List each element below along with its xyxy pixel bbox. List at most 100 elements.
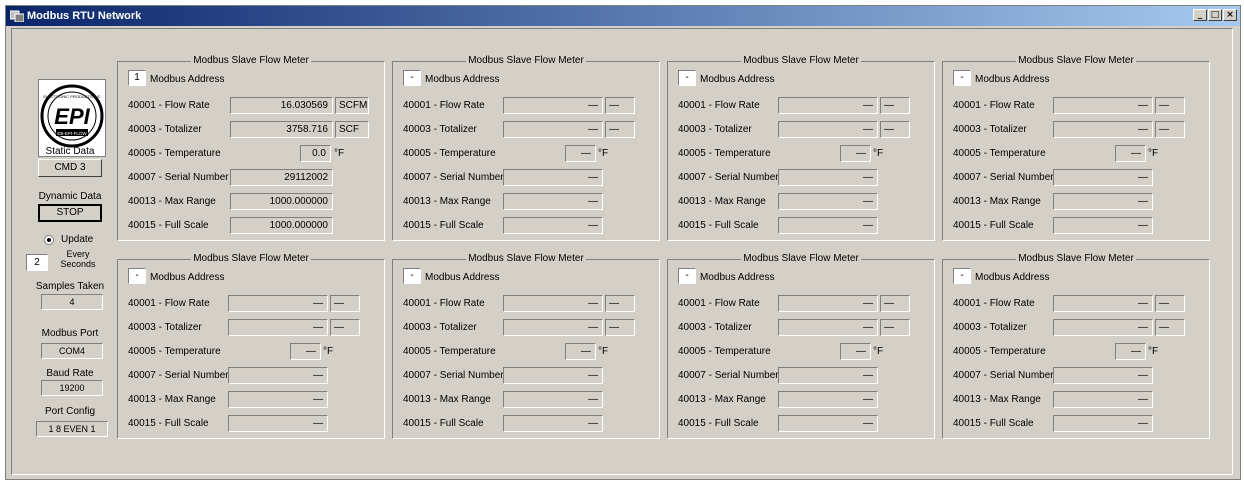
full-scale-label: 40015 - Full Scale — [403, 418, 484, 429]
close-button[interactable]: × — [1223, 9, 1237, 21]
full-scale-field: — — [503, 415, 603, 432]
flow-rate-label: 40001 - Flow Rate — [678, 298, 760, 309]
baud-rate-value: 19200 — [41, 380, 103, 396]
totalizer-field: 3758.716 — [230, 121, 333, 138]
totalizer-label: 40003 - Totalizer — [953, 124, 1027, 135]
max-range-field: — — [778, 391, 878, 408]
full-scale-field: — — [228, 415, 328, 432]
totalizer-field: — — [778, 121, 878, 138]
totalizer-field: — — [228, 319, 328, 336]
totalizer-field: — — [1053, 121, 1153, 138]
minimize-button[interactable]: _ — [1193, 9, 1207, 21]
modbus-address-input[interactable]: - — [678, 268, 696, 284]
max-range-field: — — [503, 391, 603, 408]
temperature-field: — — [565, 145, 596, 162]
full-scale-field: — — [1053, 217, 1153, 234]
modbus-port-value: COM4 — [41, 343, 103, 359]
modbus-address-label: Modbus Address — [425, 272, 500, 283]
flow-rate-label: 40001 - Flow Rate — [128, 100, 210, 111]
static-data-label: Static Data — [45, 146, 95, 157]
title-bar[interactable]: Modbus RTU Network _ □ × — [6, 6, 1240, 26]
totalizer-unit: SCF — [335, 121, 369, 138]
modbus-address-label: Modbus Address — [975, 272, 1050, 283]
totalizer-unit: — — [605, 319, 635, 336]
full-scale-label: 40015 - Full Scale — [953, 418, 1034, 429]
full-scale-field: 1000.000000 — [230, 217, 333, 234]
flow-rate-unit: — — [880, 295, 910, 312]
logo-bottom-text: EB-EPI-FLOW — [57, 131, 87, 136]
modbus-address-label: Modbus Address — [700, 272, 775, 283]
meter-group: Modbus Slave Flow Meter - Modbus Address 40… — [667, 55, 935, 241]
interval-label-seconds: Seconds — [60, 259, 96, 269]
flow-rate-label: 40001 - Flow Rate — [678, 100, 760, 111]
group-title: Modbus Slave Flow Meter — [466, 253, 586, 264]
cmd3-button[interactable]: CMD 3 — [38, 159, 102, 177]
update-label: Update — [61, 234, 94, 245]
flow-rate-field: — — [778, 295, 878, 312]
temperature-field: — — [1115, 145, 1146, 162]
meter-group: Modbus Slave Flow Meter - Modbus Address 40… — [392, 253, 660, 439]
modbus-address-input[interactable]: 1 — [128, 70, 146, 86]
modbus-address-input[interactable]: - — [128, 268, 146, 284]
serial-number-field: — — [503, 367, 603, 384]
full-scale-label: 40015 - Full Scale — [678, 418, 759, 429]
temperature-label: 40005 - Temperature — [953, 346, 1046, 357]
serial-number-label: 40007 - Serial Number — [678, 172, 779, 183]
serial-number-label: 40007 - Serial Number — [678, 370, 779, 381]
update-radio[interactable] — [44, 235, 54, 245]
totalizer-unit: — — [605, 121, 635, 138]
temperature-label: 40005 - Temperature — [403, 346, 496, 357]
totalizer-unit: — — [1155, 319, 1185, 336]
temperature-unit: °F — [334, 148, 345, 159]
temperature-unit: °F — [873, 148, 884, 159]
serial-number-label: 40007 - Serial Number — [128, 172, 229, 183]
totalizer-field: — — [503, 319, 603, 336]
modbus-address-input[interactable]: - — [678, 70, 696, 86]
temperature-field: — — [840, 343, 871, 360]
serial-number-field: — — [778, 367, 878, 384]
meter-group: Modbus Slave Flow Meter - Modbus Address 40… — [117, 253, 385, 439]
logo-text: EPI — [54, 104, 90, 129]
modbus-address-input[interactable]: - — [403, 268, 421, 284]
max-range-field: — — [228, 391, 328, 408]
max-range-field: — — [503, 193, 603, 210]
temperature-label: 40005 - Temperature — [678, 148, 771, 159]
temperature-unit: °F — [873, 346, 884, 357]
max-range-label: 40013 - Max Range — [128, 394, 216, 405]
serial-number-field: — — [778, 169, 878, 186]
totalizer-field: — — [778, 319, 878, 336]
flow-rate-field: — — [503, 295, 603, 312]
stop-button[interactable]: STOP — [38, 204, 102, 222]
flow-rate-unit: — — [605, 97, 635, 114]
max-range-label: 40013 - Max Range — [678, 196, 766, 207]
interval-input[interactable]: 2 — [26, 254, 48, 271]
modbus-address-input[interactable]: - — [953, 70, 971, 86]
full-scale-label: 40015 - Full Scale — [403, 220, 484, 231]
totalizer-field: — — [1053, 319, 1153, 336]
temperature-unit: °F — [323, 346, 334, 357]
group-title: Modbus Slave Flow Meter — [1016, 253, 1136, 264]
max-range-label: 40013 - Max Range — [403, 196, 491, 207]
full-scale-label: 40015 - Full Scale — [128, 418, 209, 429]
totalizer-label: 40003 - Totalizer — [403, 322, 477, 333]
flow-rate-label: 40001 - Flow Rate — [403, 100, 485, 111]
totalizer-label: 40003 - Totalizer — [678, 322, 752, 333]
port-config-label: Port Config — [44, 406, 96, 417]
temperature-unit: °F — [598, 148, 609, 159]
modbus-address-input[interactable]: - — [403, 70, 421, 86]
max-range-label: 40013 - Max Range — [953, 394, 1041, 405]
max-range-label: 40013 - Max Range — [128, 196, 216, 207]
temperature-label: 40005 - Temperature — [128, 346, 221, 357]
serial-number-field: — — [1053, 169, 1153, 186]
max-range-field: — — [1053, 391, 1153, 408]
temperature-label: 40005 - Temperature — [403, 148, 496, 159]
flow-rate-field: — — [228, 295, 328, 312]
serial-number-field: 29112002 — [230, 169, 333, 186]
modbus-address-input[interactable]: - — [953, 268, 971, 284]
totalizer-label: 40003 - Totalizer — [953, 322, 1027, 333]
meter-group: Modbus Slave Flow Meter - Modbus Address 40… — [667, 253, 935, 439]
restore-button[interactable]: □ — [1208, 9, 1222, 21]
meter-group: Modbus Slave Flow Meter - Modbus Address 40… — [942, 253, 1210, 439]
flow-rate-unit: — — [1155, 295, 1185, 312]
full-scale-field: — — [1053, 415, 1153, 432]
